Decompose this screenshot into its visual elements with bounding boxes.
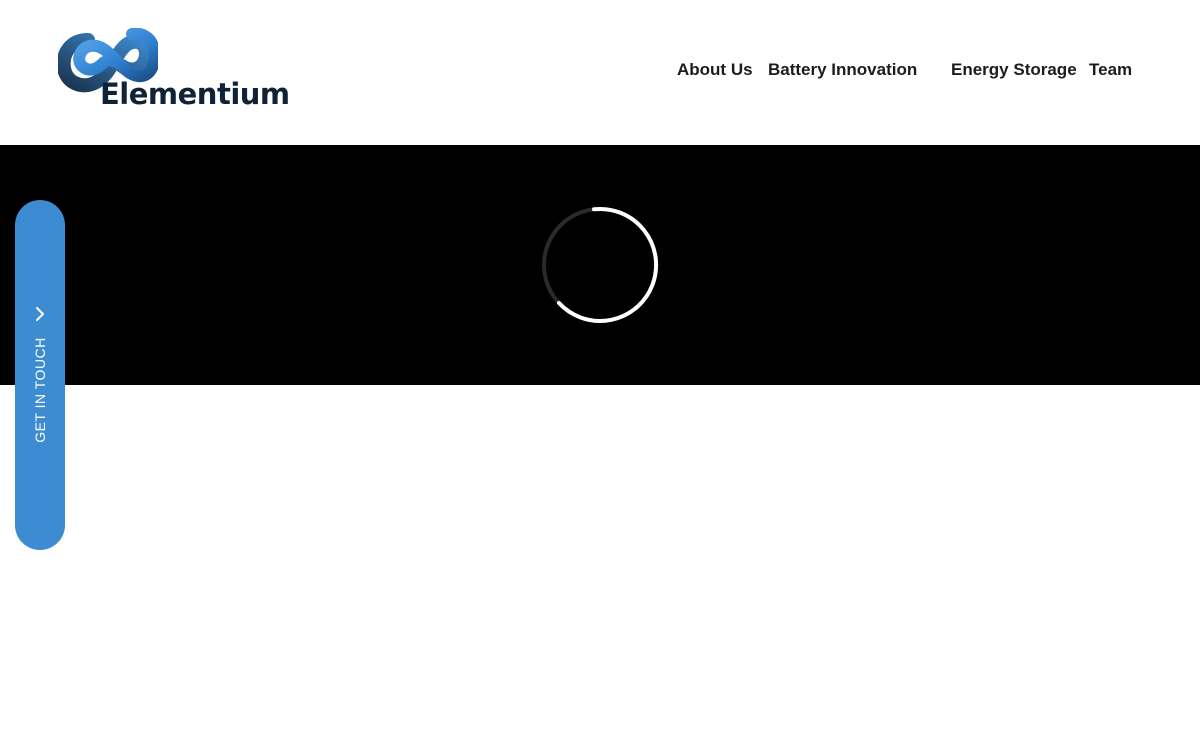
nav-item-energy-storage[interactable]: Energy Storage [951, 60, 1077, 80]
loading-spinner-icon [542, 206, 659, 323]
nav-item-about-us[interactable]: About Us [677, 60, 753, 80]
nav-item-team[interactable]: Team [1089, 60, 1132, 80]
get-in-touch-label: GET IN TOUCH [32, 337, 48, 443]
site-header: Elementium About Us Battery Innovation E… [0, 0, 1200, 145]
hero-video-area [0, 145, 1200, 385]
chevron-right-icon [36, 307, 44, 321]
nav-item-battery-innovation[interactable]: Battery Innovation [768, 60, 917, 80]
brand-name: Elementium [100, 77, 290, 111]
page: Elementium About Us Battery Innovation E… [0, 0, 1200, 750]
main-nav: About Us Battery Innovation Energy Stora… [0, 60, 1200, 82]
get-in-touch-button[interactable]: GET IN TOUCH [15, 200, 65, 550]
